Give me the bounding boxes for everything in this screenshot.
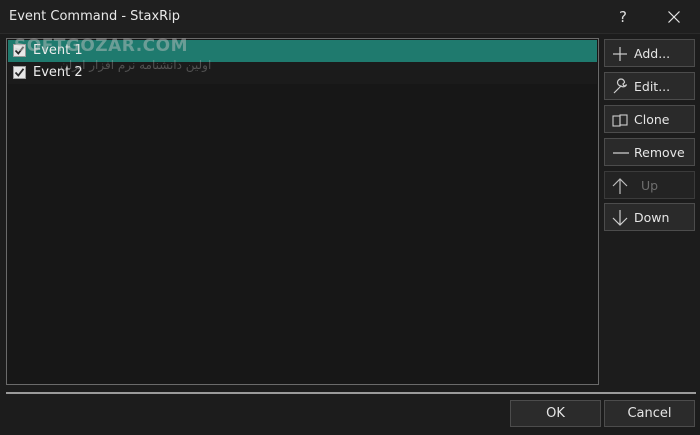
edit-button[interactable]: Edit...: [604, 72, 695, 100]
close-button[interactable]: [652, 2, 696, 32]
remove-button-label: Remove: [634, 145, 685, 160]
list-item[interactable]: Event 2: [8, 62, 597, 84]
checkmark-icon: [14, 46, 25, 55]
remove-button[interactable]: Remove: [604, 138, 695, 166]
copy-icon: [612, 114, 628, 127]
down-button-label: Down: [634, 210, 670, 225]
item-checkbox[interactable]: [13, 66, 26, 79]
cancel-button[interactable]: Cancel: [604, 400, 695, 427]
move-up-button[interactable]: Up: [604, 171, 695, 199]
edit-button-label: Edit...: [634, 79, 671, 94]
arrow-up-icon: [612, 178, 628, 194]
checkmark-icon: [14, 68, 25, 77]
move-down-button[interactable]: Down: [604, 203, 695, 231]
clone-button[interactable]: Clone: [604, 105, 695, 133]
arrow-down-icon: [612, 210, 628, 226]
window-title: Event Command - StaxRip: [9, 9, 181, 24]
item-checkbox[interactable]: [13, 44, 26, 57]
ok-button[interactable]: OK: [510, 400, 601, 427]
add-button-label: Add...: [634, 46, 671, 61]
minus-icon: [613, 152, 629, 154]
plus-icon: [613, 47, 627, 61]
up-button-label: Up: [641, 178, 659, 193]
title-bar: Event Command - StaxRip ?: [0, 0, 700, 34]
close-icon: [668, 11, 680, 23]
clone-button-label: Clone: [634, 112, 670, 127]
add-button[interactable]: Add...: [604, 39, 695, 67]
wrench-icon: [613, 78, 628, 94]
list-item-label: Event 2: [33, 65, 83, 80]
list-item[interactable]: Event 1: [8, 40, 597, 62]
footer-divider: [6, 392, 696, 394]
list-item-label: Event 1: [33, 43, 83, 58]
help-button[interactable]: ?: [605, 2, 641, 32]
event-list[interactable]: Event 1 Event 2: [6, 38, 599, 385]
